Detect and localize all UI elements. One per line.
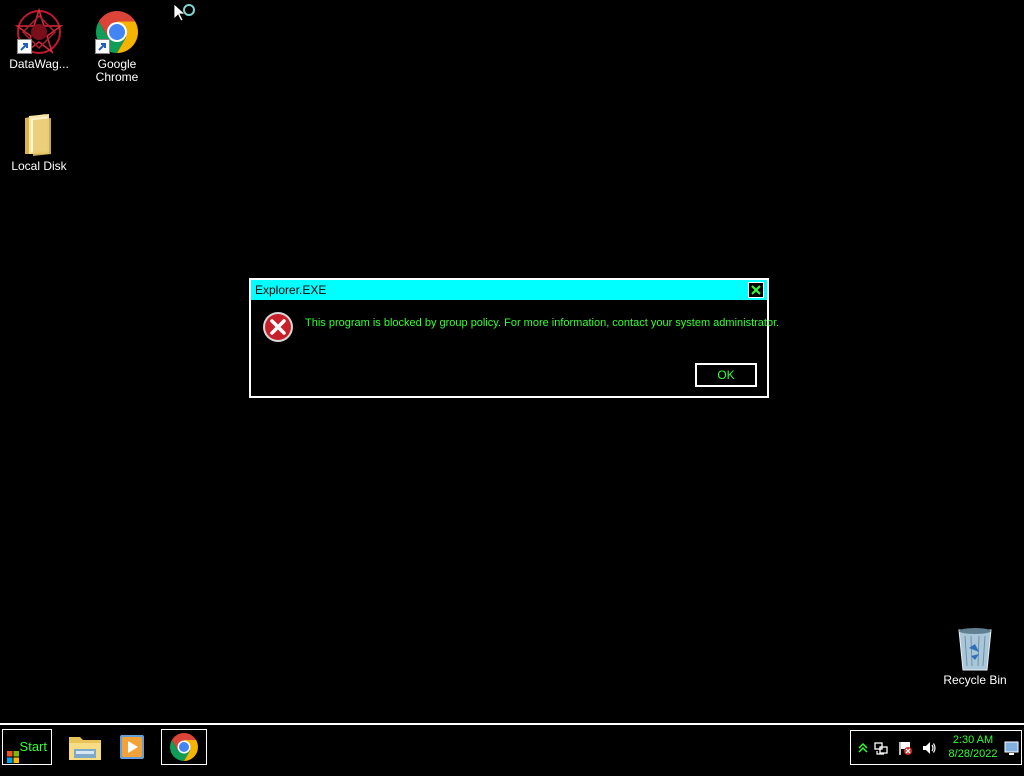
taskbar-file-explorer[interactable] xyxy=(62,729,108,765)
shortcut-arrow-icon xyxy=(17,39,32,54)
desktop-icon-label: Google Chrome xyxy=(95,58,139,84)
network-tray-button[interactable] xyxy=(873,740,889,756)
desktop: DataWag... Google Chrome Local Disk Recy… xyxy=(0,0,1024,723)
show-hidden-icons-button[interactable] xyxy=(855,740,871,756)
desktop-icon-chrome[interactable]: Google Chrome xyxy=(78,8,156,84)
chrome-icon xyxy=(170,733,198,761)
clock-date: 8/28/2022 xyxy=(948,748,998,760)
taskbar-media-player[interactable] xyxy=(110,729,156,765)
system-tray: 2:30 AM 8/28/2022 xyxy=(850,730,1022,765)
datawagon-icon xyxy=(14,7,64,56)
desktop-icon-label: Local Disk xyxy=(11,160,67,173)
shortcut-arrow-icon xyxy=(95,39,110,54)
close-icon xyxy=(751,285,761,295)
speaker-icon xyxy=(923,742,936,754)
ok-button[interactable]: OK xyxy=(695,363,757,387)
error-dialog: Explorer.EXE This program is blocked by … xyxy=(249,278,779,398)
file-explorer-icon xyxy=(69,737,101,760)
volume-tray-button[interactable] xyxy=(921,740,937,756)
show-desktop-icon xyxy=(1004,741,1019,755)
show-desktop-button[interactable] xyxy=(1004,738,1019,758)
desktop-icon-datawagon[interactable]: DataWag... xyxy=(0,7,78,71)
taskbar-chrome[interactable] xyxy=(161,729,207,765)
chevron-up-icon xyxy=(858,742,868,753)
chrome-icon xyxy=(93,8,141,56)
flag-warning-icon xyxy=(899,742,912,755)
error-icon xyxy=(262,311,294,343)
windows-logo-icon xyxy=(7,742,19,763)
desktop-icon-label: Recycle Bin xyxy=(943,674,1007,687)
folder-icon xyxy=(15,110,63,158)
dialog-titlebar[interactable]: Explorer.EXE xyxy=(251,280,767,300)
dialog-title: Explorer.EXE xyxy=(255,283,327,297)
start-button[interactable]: Start xyxy=(2,729,52,765)
desktop-icon-recycle-bin[interactable]: Recycle Bin xyxy=(936,624,1014,687)
desktop-icon-label: DataWag... xyxy=(9,58,69,71)
media-player-icon xyxy=(120,735,144,759)
clock[interactable]: 2:30 AM 8/28/2022 xyxy=(943,733,1003,761)
recycle-bin-icon xyxy=(951,624,999,672)
desktop-icon-local-disk[interactable]: Local Disk xyxy=(0,110,78,173)
dialog-message: This program is blocked by group policy.… xyxy=(305,317,780,329)
action-center-tray-button[interactable] xyxy=(897,740,913,756)
clock-time: 2:30 AM xyxy=(952,734,994,746)
start-label: Start xyxy=(19,739,47,754)
taskbar: Start 2:30 AM 8/28/2022 xyxy=(0,723,1024,768)
close-button[interactable] xyxy=(748,282,764,298)
mouse-cursor-busy-icon xyxy=(173,3,198,26)
network-icon xyxy=(874,742,888,755)
